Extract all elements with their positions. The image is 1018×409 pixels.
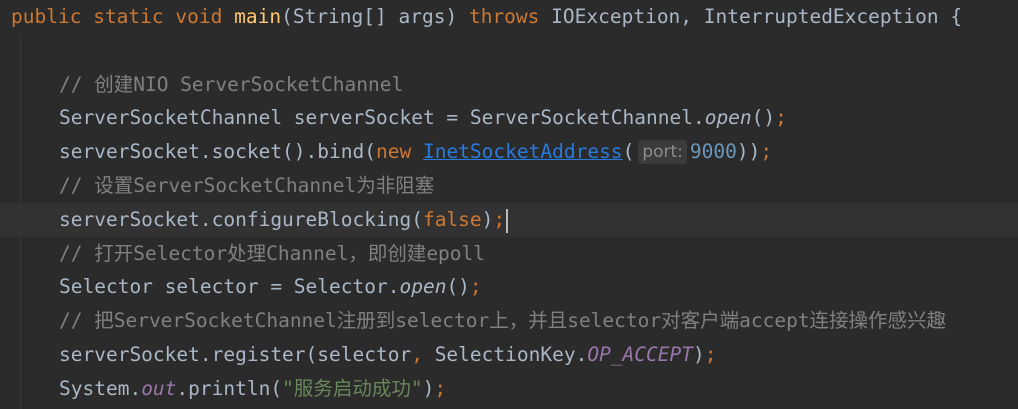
keyword-false: false: [422, 208, 482, 231]
exception-interrupted: InterruptedException: [703, 5, 939, 28]
semicolon: ;: [493, 208, 506, 231]
code-line-6[interactable]: // 设置ServerSocketChannel为非阻塞: [0, 169, 1018, 203]
comma: ,: [411, 343, 423, 366]
code-editor[interactable]: public static void main(String[] args) t…: [0, 0, 1018, 409]
comment: // 把ServerSocketChannel注册到selector上，并且se…: [59, 309, 947, 332]
parameter-hint: port:: [638, 139, 687, 164]
code-line-4[interactable]: ServerSocketChannel serverSocket = Serve…: [0, 101, 1018, 135]
parens: (): [751, 106, 776, 129]
statement-text: .println(: [176, 377, 283, 400]
code-line-12[interactable]: System.out.println("服务启动成功");: [0, 372, 1018, 406]
semicolon: ;: [760, 140, 773, 163]
keyword-public: public: [11, 5, 82, 28]
code-line-2[interactable]: [0, 34, 1018, 68]
statement-text: serverSocket.register(selector: [59, 343, 412, 366]
close-paren: ): [481, 208, 494, 231]
class-link-inetsocketaddress[interactable]: InetSocketAddress: [423, 140, 623, 163]
number-literal: 9000: [689, 140, 737, 163]
comment: // 打开Selector处理Channel，即创建epoll: [59, 242, 486, 265]
comment: // 创建NIO ServerSocketChannel: [59, 73, 404, 96]
close-paren: ): [422, 377, 435, 400]
code-line-3[interactable]: // 创建NIO ServerSocketChannel: [0, 68, 1018, 102]
method-params: (String[] args): [281, 5, 458, 28]
statement-text: serverSocket.socket().bind(: [59, 140, 376, 163]
semicolon: ;: [704, 343, 717, 366]
semicolon: ;: [775, 106, 787, 129]
close-paren: ): [693, 343, 705, 366]
open-brace: {: [950, 5, 963, 28]
open-paren: (: [622, 140, 635, 163]
method-open: open: [704, 106, 752, 129]
keyword-static: static: [93, 5, 164, 28]
semicolon: ;: [434, 377, 447, 400]
keyword-void: void: [175, 5, 223, 28]
code-line-8[interactable]: // 打开Selector处理Channel，即创建epoll: [0, 237, 1018, 271]
constant-op-accept: OP_ACCEPT: [587, 343, 693, 366]
keyword-throws: throws: [468, 5, 540, 28]
code-line-7[interactable]: serverSocket.configureBlocking(false);: [0, 203, 1018, 237]
close-parens: )): [736, 140, 761, 163]
exception-io: IOException,: [551, 5, 693, 28]
method-open: open: [399, 275, 447, 298]
code-line-10[interactable]: // 把ServerSocketChannel注册到selector上，并且se…: [0, 304, 1018, 338]
string-literal: "服务启动成功": [282, 377, 423, 400]
statement-text: SelectionKey.: [422, 343, 588, 366]
semicolon: ;: [469, 275, 482, 298]
statement-text: Selector selector = Selector.: [59, 275, 400, 298]
code-line-1[interactable]: public static void main(String[] args) t…: [0, 0, 1018, 34]
statement-text: ServerSocketChannel serverSocket = Serve…: [59, 106, 705, 129]
parens: (): [446, 275, 470, 298]
text-caret: [506, 208, 509, 233]
comment: // 设置ServerSocketChannel为非阻塞: [59, 174, 435, 197]
keyword-new: new: [375, 140, 412, 163]
method-name-main: main: [234, 5, 282, 28]
statement-text: System.: [59, 377, 142, 400]
code-line-5[interactable]: serverSocket.socket().bind(new InetSocke…: [0, 135, 1018, 169]
static-field-out: out: [141, 377, 177, 400]
code-line-9[interactable]: Selector selector = Selector.open();: [0, 270, 1018, 304]
code-line-11[interactable]: serverSocket.register(selector, Selectio…: [0, 338, 1018, 372]
statement-text: serverSocket.configureBlocking(: [59, 208, 423, 231]
